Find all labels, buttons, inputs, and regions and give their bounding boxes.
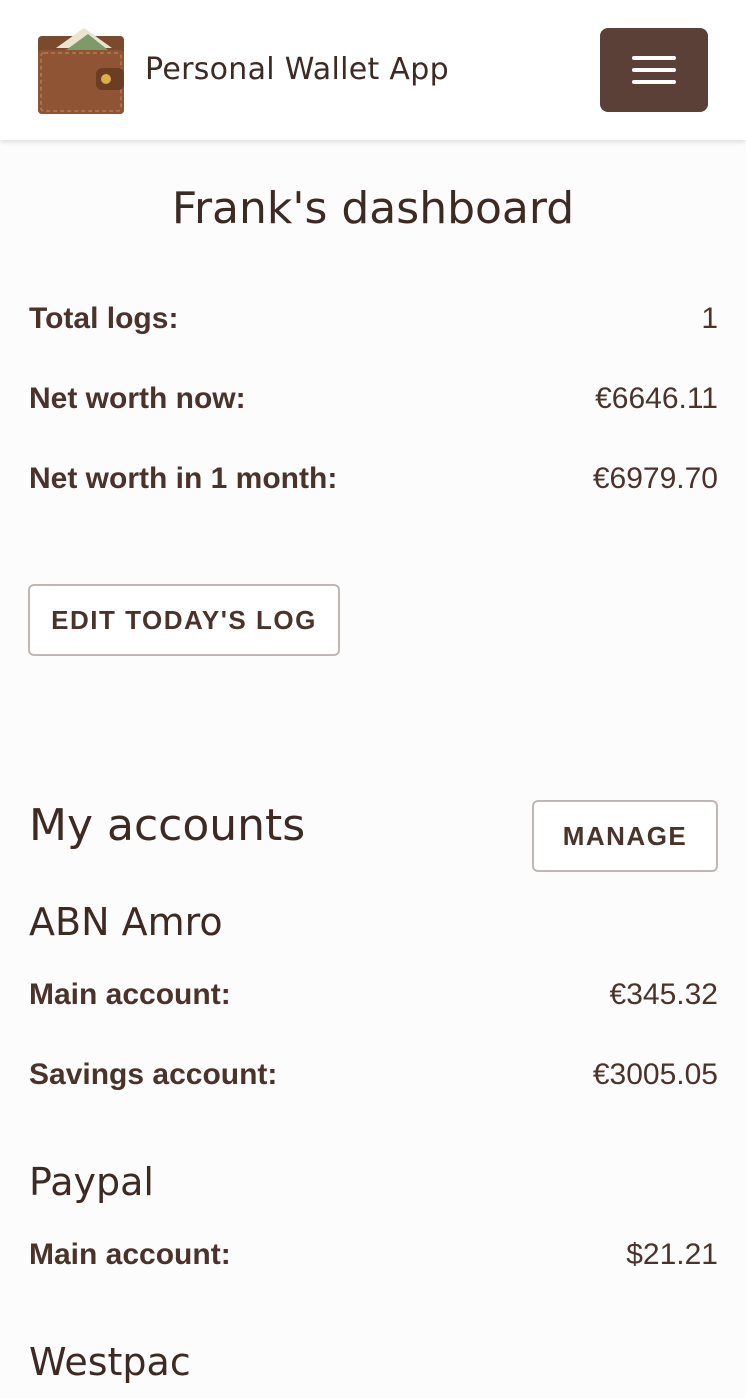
stat-value: 1 [701, 302, 718, 335]
bank-name-paypal: Paypal [29, 1160, 154, 1204]
app-root: Personal Wallet App Frank's dashboard To… [0, 0, 746, 1398]
account-label: Main account: [29, 978, 231, 1011]
stat-value: €6646.11 [595, 382, 718, 415]
manage-accounts-button[interactable]: MANAGE [532, 800, 718, 872]
account-balance: €345.32 [609, 978, 718, 1011]
account-row: Main account: $21.21 [29, 1235, 718, 1275]
stat-label: Net worth now: [29, 382, 246, 415]
app-header: Personal Wallet App [0, 0, 746, 140]
bank-name-abn-amro: ABN Amro [29, 900, 223, 944]
account-label: Savings account: [29, 1058, 278, 1091]
menu-button[interactable] [600, 28, 708, 112]
stat-value: €6979.70 [592, 462, 718, 495]
wallet-icon[interactable] [38, 28, 124, 114]
account-balance: €3005.05 [592, 1058, 718, 1091]
stat-row-total-logs: Total logs: 1 [29, 299, 718, 339]
stat-label: Net worth in 1 month: [29, 462, 338, 495]
hamburger-icon [632, 56, 676, 60]
my-accounts-title: My accounts [29, 800, 306, 851]
hamburger-icon-bar-2 [632, 68, 676, 72]
hamburger-icon-bar-3 [632, 80, 676, 84]
dashboard-title: Frank's dashboard [171, 183, 575, 234]
app-title: Personal Wallet App [145, 52, 449, 87]
edit-todays-log-button[interactable]: EDIT TODAY'S LOG [28, 584, 340, 656]
stat-label: Total logs: [29, 302, 179, 335]
stat-row-net-worth-now: Net worth now: €6646.11 [29, 379, 718, 419]
account-balance: $21.21 [626, 1238, 718, 1271]
account-row: Savings account: €3005.05 [29, 1055, 718, 1095]
account-row: Main account: €345.32 [29, 975, 718, 1015]
bank-name-westpac: Westpac [29, 1340, 191, 1384]
stat-row-net-worth-1-month: Net worth in 1 month: €6979.70 [29, 459, 718, 499]
account-label: Main account: [29, 1238, 231, 1271]
